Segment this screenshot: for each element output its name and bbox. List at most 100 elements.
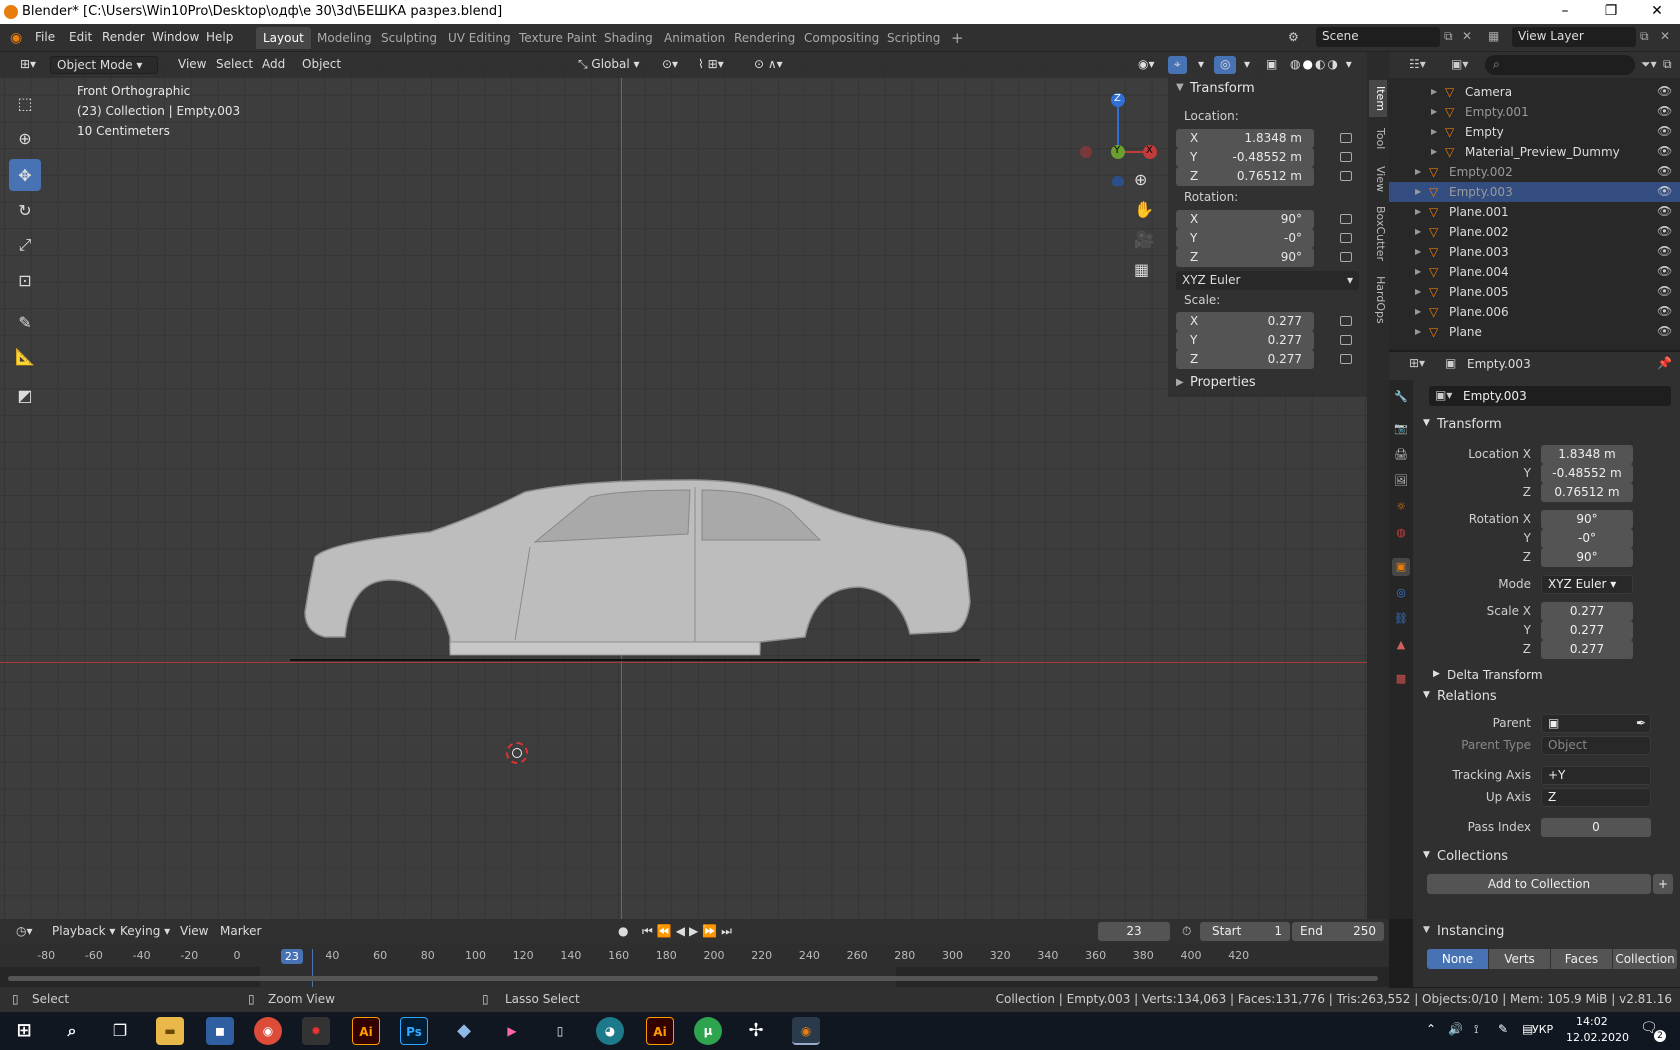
instancing-none-button[interactable]: None [1427, 949, 1488, 969]
object-tab-icon[interactable]: ▣ [1392, 558, 1410, 576]
physics-tab-icon[interactable]: ◎ [1392, 584, 1410, 602]
properties-editor-icon[interactable]: ⊞▾ [1409, 356, 1425, 370]
menu-help[interactable]: Help [206, 30, 233, 44]
scale-z-field[interactable]: 0.277 [1541, 640, 1633, 659]
outliner-row[interactable]: ▶ ▽ Plane.006 👁 [1389, 302, 1680, 322]
pivot-icon[interactable]: ⊙▾ [656, 56, 684, 74]
scene-field[interactable]: Scene [1316, 27, 1440, 47]
expand-icon[interactable]: ▶ [1415, 207, 1421, 216]
location-y-field[interactable]: Y -0.48552 m [1176, 148, 1314, 167]
outliner-row[interactable]: ▶ ▽ Plane.002 👁 [1389, 222, 1680, 242]
location-z-field[interactable]: Z 0.76512 m [1176, 167, 1314, 186]
rotation-y-field[interactable]: Y -0° [1176, 229, 1314, 248]
start-frame-field[interactable]: Start 1 [1200, 922, 1290, 941]
expand-icon[interactable]: ▶ [1415, 307, 1421, 316]
location-y-field[interactable]: -0.48552 m [1541, 464, 1633, 483]
playback-controls[interactable]: ⏮⏪◀▶⏩⏭ [636, 923, 742, 941]
orientation-dropdown[interactable]: ⤡ Global ▾ [572, 56, 646, 74]
transform-section[interactable]: ▼ Transform [1413, 414, 1680, 438]
constraints-tab-icon[interactable]: ⛓ [1392, 610, 1410, 628]
pin-icon[interactable]: 📌 [1657, 356, 1672, 370]
relations-section[interactable]: ▼ Relations [1413, 686, 1680, 710]
view-layer-new-icon[interactable]: ⧉ [1640, 29, 1649, 44]
blender-menu-icon[interactable]: ◉ [10, 30, 22, 46]
globe-app-icon[interactable]: ◕ [596, 1017, 624, 1045]
search-icon[interactable]: ⌕ [58, 1017, 86, 1045]
scale-y-field[interactable]: 0.277 [1541, 621, 1633, 640]
view-layer-icon[interactable]: ▦ [1488, 29, 1499, 43]
clock-date[interactable]: 12.02.2020 [1566, 1031, 1629, 1044]
clock-icon[interactable]: ⏱ [1176, 923, 1197, 941]
outliner-row[interactable]: ▶ ▽ Empty 👁 [1389, 122, 1680, 142]
task-view-icon[interactable]: ❐ [106, 1017, 134, 1045]
scale-x-field[interactable]: X 0.277 [1176, 312, 1314, 331]
view-layer-tab-icon[interactable]: 🖼 [1392, 472, 1410, 490]
navigation-gizmo[interactable]: Z Y X [1080, 86, 1160, 188]
outliner-row[interactable]: ▶ ▽ Plane.001 👁 [1389, 202, 1680, 222]
scene-new-icon[interactable]: ⧉ [1444, 29, 1453, 44]
measure-tool-icon[interactable]: 📐 [9, 340, 41, 372]
expand-icon[interactable]: ▶ [1415, 167, 1421, 176]
illustrator-icon-2[interactable]: Ai [646, 1017, 674, 1045]
record-icon[interactable]: ● [612, 923, 634, 941]
scene-close-icon[interactable]: ✕ [1462, 29, 1472, 43]
tab-sculpting[interactable]: Sculpting [374, 27, 444, 49]
menu-render[interactable]: Render [102, 30, 145, 44]
outliner-row[interactable]: ▶ ▽ Empty.003 👁 [1389, 182, 1680, 202]
visibility-eye-icon[interactable]: 👁 [1657, 304, 1672, 318]
add-workspace-icon[interactable]: + [944, 25, 971, 47]
scale-z-field[interactable]: Z 0.277 [1176, 350, 1314, 369]
overlay-toggle-icon[interactable]: ◎ [1214, 56, 1237, 74]
tab-scripting[interactable]: Scripting [880, 27, 947, 49]
instancing-collection-button[interactable]: Collection [1613, 949, 1677, 969]
minimize-button[interactable]: – [1542, 0, 1588, 24]
tab-animation[interactable]: Animation [657, 27, 732, 49]
tab-rendering[interactable]: Rendering [727, 27, 802, 49]
instancing-verts-button[interactable]: Verts [1489, 949, 1550, 969]
ortho-grid-icon[interactable]: ▦ [1134, 260, 1149, 279]
add-to-collection-button[interactable]: Add to Collection [1427, 874, 1651, 894]
tray-chevron-icon[interactable]: ⌃ [1426, 1022, 1436, 1036]
gizmo-toggle-icon[interactable]: ⌖ [1168, 56, 1187, 74]
editor-type-icon[interactable]: ⊞▾ [14, 56, 42, 74]
rotation-x-field[interactable]: 90° [1541, 510, 1633, 529]
location-x-field[interactable]: 1.8348 m [1541, 445, 1633, 464]
lock-icon[interactable] [1340, 214, 1352, 224]
app-icon[interactable]: ✹ [302, 1017, 330, 1045]
parent-type-dropdown[interactable]: Object [1541, 736, 1651, 755]
outliner-row[interactable]: ▶ ▽ Plane.005 👁 [1389, 282, 1680, 302]
zoom-icon[interactable]: ⊕ [1134, 170, 1147, 189]
expand-icon[interactable]: ▶ [1415, 227, 1421, 236]
car-body-mesh[interactable] [290, 462, 980, 662]
tab-tool[interactable]: Tool [1369, 122, 1387, 155]
location-z-field[interactable]: 0.76512 m [1541, 483, 1633, 502]
tab-item[interactable]: Item [1369, 80, 1387, 118]
mode-dropdown[interactable]: Object Mode ▾ [50, 56, 158, 74]
lock-icon[interactable] [1340, 133, 1352, 143]
lock-icon[interactable] [1340, 354, 1352, 364]
expand-icon[interactable]: ▶ [1415, 327, 1421, 336]
menu-window[interactable]: Window [152, 30, 199, 44]
render-tab-icon[interactable]: 📷 [1392, 420, 1410, 438]
vp-menu-add[interactable]: Add [256, 56, 291, 74]
object-name-field[interactable]: ▣▾ Empty.003 [1429, 386, 1671, 406]
lock-icon[interactable] [1340, 252, 1352, 262]
delta-transform-section[interactable]: ▶ Delta Transform [1413, 664, 1680, 688]
visibility-eye-icon[interactable]: 👁 [1657, 164, 1672, 178]
transform-collapse-icon[interactable]: ▼ [1176, 82, 1184, 93]
file-explorer-icon[interactable]: ▬ [156, 1017, 184, 1045]
outliner-row[interactable]: ▶ ▽ Plane 👁 [1389, 322, 1680, 342]
tab-layout[interactable]: Layout [256, 27, 311, 49]
tab-modeling[interactable]: Modeling [310, 27, 379, 49]
outliner-row[interactable]: ▶ ▽ Empty.001 👁 [1389, 102, 1680, 122]
outliner-row[interactable]: ▶ ▽ Plane.004 👁 [1389, 262, 1680, 282]
vp-menu-view[interactable]: View [172, 56, 212, 74]
timeline-editor-icon[interactable]: ◷▾ [10, 923, 39, 941]
clock-time[interactable]: 14:02 [1576, 1015, 1608, 1028]
chrome-icon[interactable]: ◉ [254, 1017, 282, 1045]
add-collection-plus-icon[interactable]: + [1653, 874, 1673, 894]
timeline-menu-playback[interactable]: Playback ▾ [46, 923, 121, 941]
rotation-x-field[interactable]: X 90° [1176, 210, 1314, 229]
network-icon[interactable]: ⟟ [1474, 1022, 1478, 1037]
visibility-eye-icon[interactable]: 👁 [1657, 124, 1672, 138]
